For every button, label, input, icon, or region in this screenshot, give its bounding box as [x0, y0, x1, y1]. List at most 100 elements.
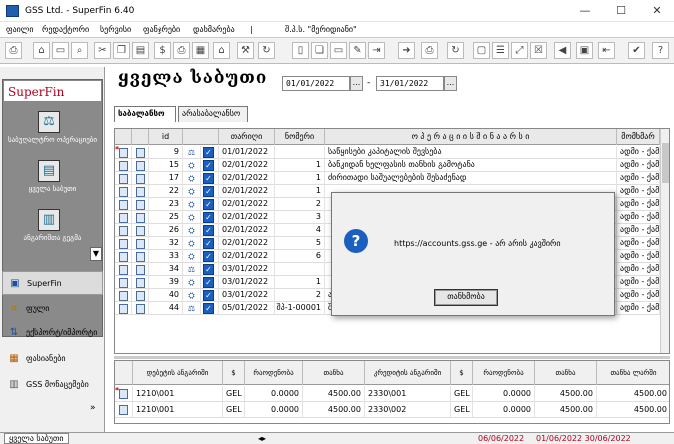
row-approved[interactable]: ✓ — [201, 211, 219, 224]
refresh-icon[interactable]: ↻ — [258, 42, 275, 59]
approved-check-icon[interactable]: ✓ — [203, 225, 214, 236]
sidebar-shortcut-operations[interactable]: საბუღალტრო ოპერაციები — [3, 136, 102, 144]
tools-icon[interactable]: ⚒ — [237, 42, 254, 59]
approved-check-icon[interactable]: ✓ — [203, 264, 214, 275]
menu-windows[interactable]: ფანჯრები — [143, 25, 180, 34]
row-approved[interactable]: ✓ — [201, 250, 219, 263]
approved-check-icon[interactable]: ✓ — [203, 212, 214, 223]
save-icon[interactable]: ▣ — [576, 42, 593, 59]
col-id[interactable]: id — [149, 129, 183, 145]
row-approved[interactable]: ✓ — [201, 172, 219, 185]
search-icon[interactable]: ⌕ — [71, 42, 88, 59]
cut-icon[interactable]: ✂ — [94, 42, 111, 59]
table-row[interactable]: * 9 ⚖ ✓ 01/01/2022 საწყისები კაპიტალის შევსებ… — [115, 146, 660, 159]
approved-check-icon[interactable]: ✓ — [203, 238, 214, 249]
copy-doc-icon[interactable]: ❏ — [311, 42, 328, 59]
approved-check-icon[interactable]: ✓ — [203, 277, 214, 288]
approved-check-icon[interactable]: ✓ — [203, 290, 214, 301]
paste-icon[interactable]: ▤ — [132, 42, 149, 59]
col-description[interactable]: ო პ ე რ ა ც ი ი ს შ ი ნ ა ა რ ს ი — [325, 129, 617, 145]
entry-row[interactable]: * 1210\001 GEL 0.0000 4500.00 2330\001 GEL 0.00… — [115, 386, 669, 402]
menu-file[interactable]: ფაილი — [6, 25, 33, 34]
book-icon[interactable]: ▥ — [38, 209, 60, 231]
menu-editor[interactable]: რედაქტორი — [42, 25, 89, 34]
approved-check-icon[interactable]: ✓ — [203, 173, 214, 184]
back-icon[interactable]: ◀ — [554, 42, 571, 59]
list-icon[interactable]: ☰ — [492, 42, 509, 59]
row-approved[interactable]: ✓ — [201, 185, 219, 198]
date-from-input[interactable]: 01/01/2022 — [282, 76, 350, 91]
sidebar-item-money[interactable]: ¤ ფული — [2, 297, 103, 321]
close-window-icon[interactable]: ☒ — [530, 42, 547, 59]
row-approved[interactable]: ✓ — [201, 198, 219, 211]
col-date[interactable]: თარიღი — [219, 129, 275, 145]
approved-check-icon[interactable]: ✓ — [203, 160, 214, 171]
folder-icon[interactable]: ▭ — [330, 42, 347, 59]
window-icon[interactable]: ▢ — [473, 42, 490, 59]
row-approved[interactable]: ✓ — [201, 237, 219, 250]
splitter[interactable] — [114, 356, 670, 359]
row-approved[interactable]: ✓ — [201, 159, 219, 172]
printer2-icon[interactable]: ⎙ — [421, 42, 438, 59]
edit-icon[interactable]: ✎ — [349, 42, 366, 59]
approved-check-icon[interactable]: ✓ — [203, 303, 214, 314]
sidebar-shortcut-all-documents[interactable]: ყველა საბუთი — [3, 185, 102, 193]
row-approved[interactable]: ✓ — [201, 302, 219, 315]
close-button[interactable]: ✕ — [640, 0, 674, 22]
row-approved[interactable]: ✓ — [201, 276, 219, 289]
status-tab[interactable]: ყველა საბუთი — [4, 433, 69, 444]
menu-help[interactable]: დახმარება — [193, 25, 235, 34]
grid-scrollbar[interactable] — [660, 129, 669, 353]
approved-check-icon[interactable]: ✓ — [203, 147, 214, 158]
row-approved[interactable]: ✓ — [201, 289, 219, 302]
sidebar-shortcut-chart-of-accounts[interactable]: ანგარიშთა გეგმა — [3, 234, 102, 242]
scrollbar-thumb[interactable] — [662, 143, 669, 183]
arrow-right-icon[interactable]: ➜ — [398, 42, 415, 59]
tab-off-balance[interactable]: არასაბალანსო — [178, 106, 248, 122]
approved-check-icon[interactable]: ✓ — [203, 251, 214, 262]
copy-icon[interactable]: ❐ — [113, 42, 130, 59]
coin-icon[interactable]: $ — [154, 42, 171, 59]
balance-scale-icon[interactable]: ⚖ — [38, 111, 60, 133]
exit-icon[interactable]: ⇤ — [598, 42, 615, 59]
status-nav-icon[interactable]: ◂▸ — [258, 434, 266, 443]
date-to-input[interactable]: 31/01/2022 — [376, 76, 444, 91]
sidebar-more-button[interactable]: » — [90, 403, 96, 413]
approved-check-icon[interactable]: ✓ — [203, 199, 214, 210]
col-number[interactable]: ნომერი — [275, 129, 325, 145]
table-row[interactable]: 15 ⛭ ✓ 02/01/2022 1 ბანკიდან ხელფასის თანხის … — [115, 159, 660, 172]
money-icon[interactable]: ▤ — [38, 160, 60, 182]
row-approved[interactable]: ✓ — [201, 146, 219, 159]
date-to-picker-button[interactable]: ... — [444, 76, 457, 91]
maximize-button[interactable]: ☐ — [604, 0, 638, 22]
ok-button[interactable]: თანხმობა — [434, 289, 498, 306]
calculator-icon[interactable]: ▦ — [192, 42, 209, 59]
minimize-button[interactable]: — — [568, 0, 602, 22]
help-icon[interactable]: ? — [652, 42, 669, 59]
menu-service[interactable]: სერვისი — [100, 25, 131, 34]
sidebar-item-superfin[interactable]: ▣ SuperFin — [2, 271, 103, 295]
print-icon[interactable]: ⎙ — [173, 42, 190, 59]
expand-icon[interactable]: ⤢ — [511, 42, 528, 59]
sidebar-item-import-export[interactable]: ⇅ ექსპორტ/იმპორტი — [2, 321, 103, 345]
export-icon[interactable]: ⇥ — [368, 42, 385, 59]
sidebar-item-gss-data[interactable]: ▥ GSS მონაცემები — [2, 373, 103, 397]
approved-check-icon[interactable]: ✓ — [203, 186, 214, 197]
printer-icon[interactable]: ⎙ — [5, 42, 22, 59]
date-from-picker-button[interactable]: ... — [350, 76, 363, 91]
home-icon[interactable]: ⌂ — [33, 42, 50, 59]
new-doc-icon[interactable]: ▯ — [292, 42, 309, 59]
table-row[interactable]: 17 ⛭ ✓ 02/01/2022 1 ძირითადი საშუალებების შეს… — [115, 172, 660, 185]
entry-amount-gel: 4500.00 — [597, 386, 669, 402]
col-user[interactable]: მომხმარ — [617, 129, 660, 145]
house-icon[interactable]: ⌂ — [213, 42, 230, 59]
sync-icon[interactable]: ↻ — [447, 42, 464, 59]
check-icon[interactable]: ✔ — [628, 42, 645, 59]
entry-row[interactable]: 1210\001 GEL 0.0000 4500.00 2330\002 GEL 0.000… — [115, 402, 669, 418]
sidebar-item-inventory[interactable]: ▦ ფასიანები — [2, 347, 103, 371]
row-approved[interactable]: ✓ — [201, 224, 219, 237]
open-folder-icon[interactable]: ▭ — [52, 42, 69, 59]
sidebar-scroll-down[interactable]: ▼ — [90, 247, 102, 261]
tab-balance[interactable]: საბალანსო — [114, 106, 176, 122]
row-approved[interactable]: ✓ — [201, 263, 219, 276]
